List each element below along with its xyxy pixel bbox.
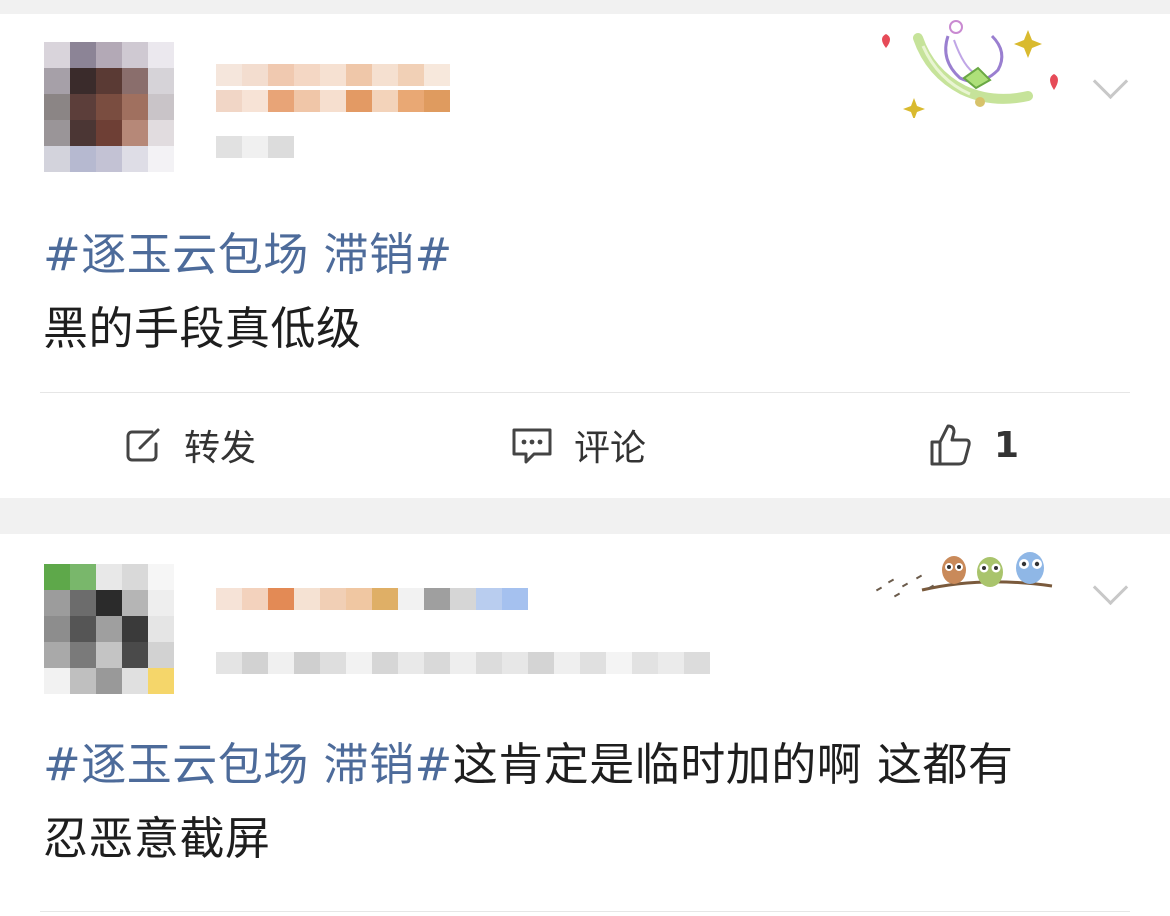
username[interactable]: [216, 588, 528, 610]
repost-icon: [126, 428, 160, 462]
repost-button[interactable]: 转发: [122, 420, 256, 470]
decoration-pendant: [875, 552, 1053, 598]
chevron-down-icon[interactable]: [1092, 569, 1129, 606]
post-text: #逐玉云包场 滞销# 黑的手段真低级: [43, 218, 1133, 366]
comment-icon: [512, 428, 552, 464]
username[interactable]: [216, 64, 450, 112]
post-body: 黑的手段真低级: [43, 302, 362, 355]
chevron-down-icon[interactable]: [1092, 63, 1129, 100]
avatar[interactable]: [44, 564, 174, 694]
like-button[interactable]: 1: [928, 420, 1019, 470]
post-body-continued: 忍恶意截屏: [43, 812, 271, 865]
like-icon: [930, 424, 971, 466]
divider: [40, 911, 1130, 912]
comment-button[interactable]: 评论: [510, 420, 646, 470]
hashtag-link[interactable]: #逐玉云包场 滞销#: [43, 228, 453, 281]
post-meta: [216, 652, 710, 674]
hashtag-link[interactable]: #逐玉云包场 滞销#: [43, 738, 453, 791]
like-count: 1: [994, 424, 1020, 466]
repost-label: 转发: [184, 428, 257, 469]
comment-label: 评论: [574, 428, 647, 469]
post-card[interactable]: #逐玉云包场 滞销# 黑的手段真低级 转发 评论 1: [0, 14, 1170, 498]
post-body: 这肯定是临时加的啊 这都有: [452, 738, 1014, 791]
post-card[interactable]: #逐玉云包场 滞销#这肯定是临时加的啊 这都有 忍恶意截屏: [0, 534, 1170, 916]
decoration-pendant: [882, 20, 1058, 118]
post-text: #逐玉云包场 滞销#这肯定是临时加的啊 这都有 忍恶意截屏: [43, 728, 1133, 876]
avatar[interactable]: [44, 42, 174, 172]
divider: [40, 392, 1130, 393]
post-meta: [216, 136, 294, 158]
